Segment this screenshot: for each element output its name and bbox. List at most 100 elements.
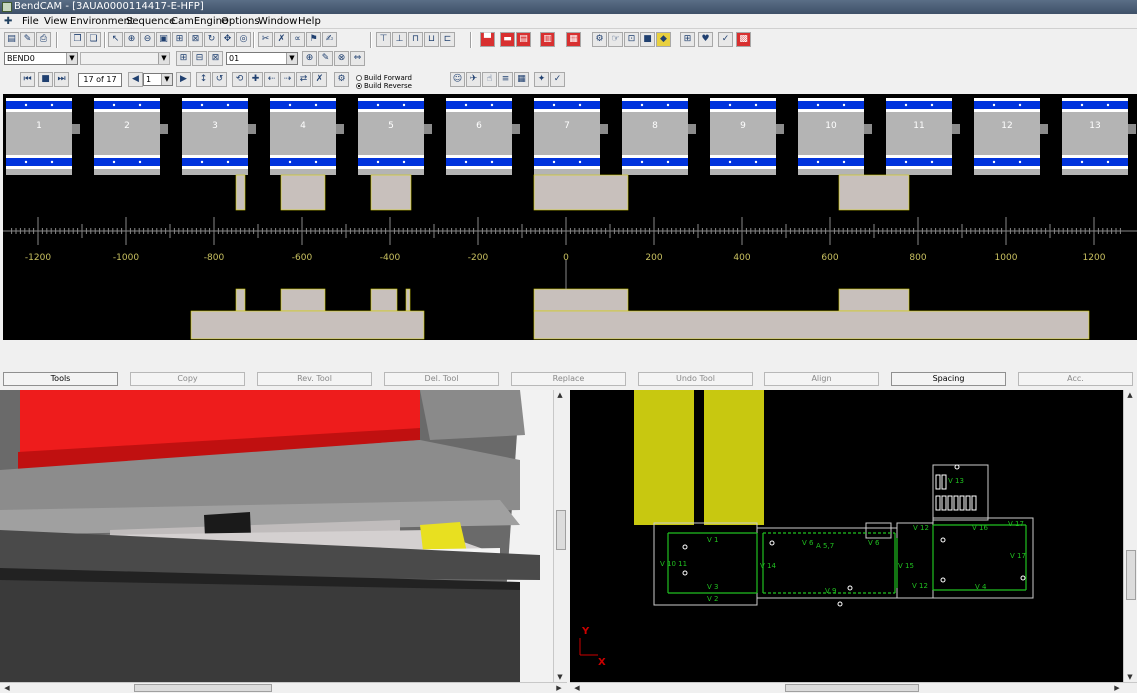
scroll-thumb[interactable]: [556, 510, 566, 550]
scroll-down-icon[interactable]: ▼: [1125, 672, 1135, 682]
part-view[interactable]: V 1 V 3 V 2 V 10 11 V 6 A 5,7 V 6 V 9 V …: [570, 390, 1123, 682]
press-3d-view[interactable]: [0, 390, 555, 682]
tool-cut-icon[interactable]: ✗: [274, 32, 289, 47]
scroll-thumb[interactable]: [785, 684, 919, 692]
step-select[interactable]: 1 ▼: [143, 73, 173, 86]
station-add-icon[interactable]: ⊕: [302, 51, 317, 66]
heart-icon[interactable]: ♥: [698, 32, 713, 47]
backgauge-icon[interactable]: ⊡: [624, 32, 639, 47]
stop-sequence-icon[interactable]: ■: [38, 72, 53, 87]
part-hscroll[interactable]: ◀ ▶: [570, 682, 1137, 693]
part-vscroll[interactable]: ▲ ▼: [1123, 390, 1137, 682]
pointer-icon[interactable]: ↖: [108, 32, 123, 47]
menu-environment[interactable]: Environment: [70, 14, 134, 29]
layout-icon[interactable]: ⊞: [176, 51, 191, 66]
prev-icon[interactable]: ◀: [128, 72, 143, 87]
new-icon[interactable]: ✎: [20, 32, 35, 47]
press-3d-hscroll[interactable]: ◀ ▶: [0, 682, 567, 693]
simulate-icon[interactable]: ⚙: [334, 72, 349, 87]
menu-file[interactable]: File: [22, 14, 39, 29]
paste-icon[interactable]: ❏: [86, 32, 101, 47]
tool-layout-canvas[interactable]: 1 2 3 4 5 6 7 8 9 10 11 12 13-1200 -1000 -800 -600 -400-…: [3, 94, 1137, 340]
replace-button[interactable]: Replace: [511, 372, 626, 386]
anim-1-icon[interactable]: ☺: [450, 72, 465, 87]
upper-tool-icon[interactable]: ▤: [516, 32, 531, 47]
zoom-out-icon[interactable]: ⊖: [140, 32, 155, 47]
holder-icon[interactable]: ▦: [566, 32, 581, 47]
scroll-down-icon[interactable]: ▼: [555, 672, 565, 682]
die-icon[interactable]: ▬: [500, 32, 515, 47]
bend-tool-4-icon[interactable]: ⊔: [424, 32, 439, 47]
move-left-icon[interactable]: ⇠: [264, 72, 279, 87]
yellow-tool-icon[interactable]: ◆: [656, 32, 671, 47]
station-icon[interactable]: ⊞: [680, 32, 695, 47]
open-icon[interactable]: ▤: [4, 32, 19, 47]
menu-options[interactable]: Options: [221, 14, 260, 29]
swap-icon[interactable]: ⇄: [296, 72, 311, 87]
move-right-icon[interactable]: ⇢: [280, 72, 295, 87]
document-icon[interactable]: ✚: [4, 16, 15, 27]
grid-icon[interactable]: ▩: [736, 32, 751, 47]
gauge-icon[interactable]: ⚙: [592, 32, 607, 47]
print-icon[interactable]: ⎙: [36, 32, 51, 47]
press-3d-vscroll[interactable]: ▲ ▼: [553, 390, 567, 682]
menu-sequence[interactable]: Sequence: [126, 14, 175, 29]
tool-layout-view[interactable]: 1 2 3 4 5 6 7 8 9 10 11 12 13 -1200 -1000 -800 -600 -400-…: [3, 94, 1137, 340]
tools-button[interactable]: Tools: [3, 372, 118, 386]
scroll-up-icon[interactable]: ▲: [555, 390, 565, 400]
fit-icon[interactable]: ⊠: [188, 32, 203, 47]
station-remove-icon[interactable]: ⊗: [334, 51, 349, 66]
build-forward-radio[interactable]: Build Forward: [356, 74, 412, 82]
orbit-icon[interactable]: ◎: [236, 32, 251, 47]
station-edit-icon[interactable]: ✎: [318, 51, 333, 66]
scroll-up-icon[interactable]: ▲: [1125, 390, 1135, 400]
rotate-icon[interactable]: ↻: [204, 32, 219, 47]
rotate-part-icon[interactable]: ⟲: [232, 72, 247, 87]
anim-4-icon[interactable]: ≡: [498, 72, 513, 87]
punch-icon[interactable]: ▀: [480, 32, 495, 47]
scroll-right-icon[interactable]: ▶: [554, 683, 564, 693]
del-tool-button[interactable]: Del. Tool: [384, 372, 499, 386]
tool-edit-icon[interactable]: ✂: [258, 32, 273, 47]
zoom-window-icon[interactable]: ▣: [156, 32, 171, 47]
flip-icon[interactable]: ↕: [196, 72, 211, 87]
station-move-icon[interactable]: ⇔: [350, 51, 365, 66]
bend-tool-3-icon[interactable]: ⊓: [408, 32, 423, 47]
spacing-button[interactable]: Spacing: [891, 372, 1006, 386]
align-button[interactable]: Align: [764, 372, 879, 386]
anim-2-icon[interactable]: ✈: [466, 72, 481, 87]
part-canvas[interactable]: V 1 V 3 V 2 V 10 11 V 6 A 5,7 V 6 V 9 V …: [570, 390, 1123, 682]
scroll-thumb[interactable]: [134, 684, 272, 692]
copy-icon[interactable]: ❐: [70, 32, 85, 47]
add-icon[interactable]: ✚: [248, 72, 263, 87]
tool-select[interactable]: 01 ▼: [226, 52, 298, 65]
build-reverse-radio[interactable]: Build Reverse: [356, 82, 412, 90]
tool-list-icon[interactable]: ⊟: [192, 51, 207, 66]
empty-select[interactable]: ▼: [80, 52, 170, 65]
anim-5-icon[interactable]: ▦: [514, 72, 529, 87]
menu-view[interactable]: View: [44, 14, 68, 29]
rev-tool-button[interactable]: Rev. Tool: [257, 372, 372, 386]
bend-select[interactable]: BEND0 ▼: [4, 52, 78, 65]
lower-tool-icon[interactable]: ▥: [540, 32, 555, 47]
scroll-left-icon[interactable]: ◀: [2, 683, 12, 693]
scroll-right-icon[interactable]: ▶: [1112, 683, 1122, 693]
check-icon[interactable]: ✓: [718, 32, 733, 47]
menu-window[interactable]: Window: [258, 14, 297, 29]
zoom-in-icon[interactable]: ⊕: [124, 32, 139, 47]
menu-help[interactable]: Help: [298, 14, 321, 29]
tool-sign-icon[interactable]: ✍: [322, 32, 337, 47]
bend-tool-2-icon[interactable]: ⊥: [392, 32, 407, 47]
turn-icon[interactable]: ↺: [212, 72, 227, 87]
first-icon[interactable]: ⏮: [20, 72, 35, 87]
zoom-all-icon[interactable]: ⊞: [172, 32, 187, 47]
copy-button[interactable]: Copy: [130, 372, 245, 386]
tool-flag-icon[interactable]: ⚑: [306, 32, 321, 47]
scroll-thumb[interactable]: [1126, 550, 1136, 600]
menu-camengine[interactable]: CamEngine: [171, 14, 228, 29]
press-3d-canvas[interactable]: [0, 390, 555, 682]
bend-tool-5-icon[interactable]: ⊏: [440, 32, 455, 47]
finger-icon[interactable]: ☞: [608, 32, 623, 47]
undo-tool-button[interactable]: Undo Tool: [638, 372, 753, 386]
tool-measure-icon[interactable]: ∝: [290, 32, 305, 47]
